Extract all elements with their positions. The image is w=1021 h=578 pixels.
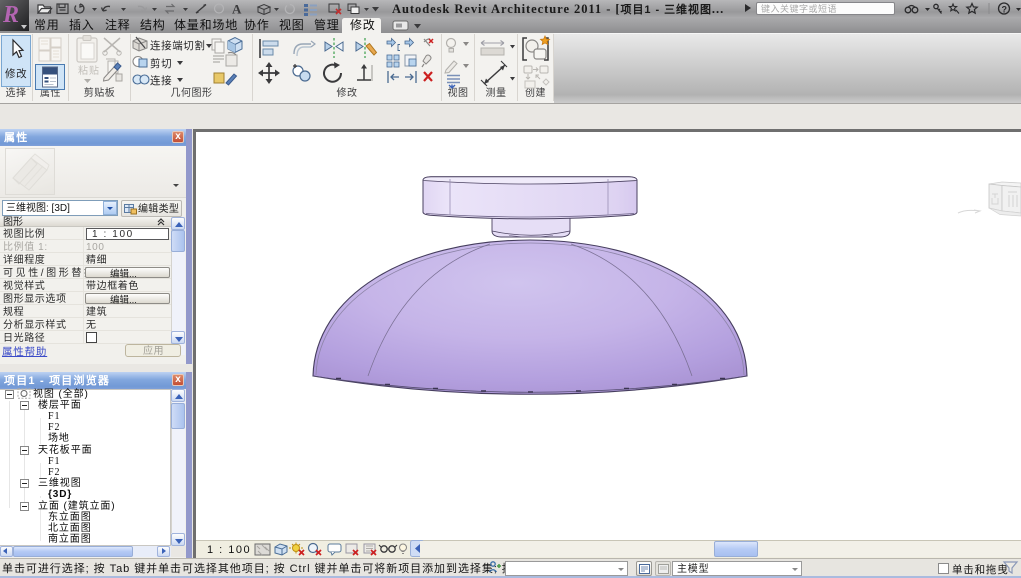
svg-text:A: A [232,2,242,17]
svg-text:R: R [2,2,19,28]
svg-text:?: ? [1002,5,1008,15]
svg-text:粘贴: 粘贴 [78,64,100,77]
